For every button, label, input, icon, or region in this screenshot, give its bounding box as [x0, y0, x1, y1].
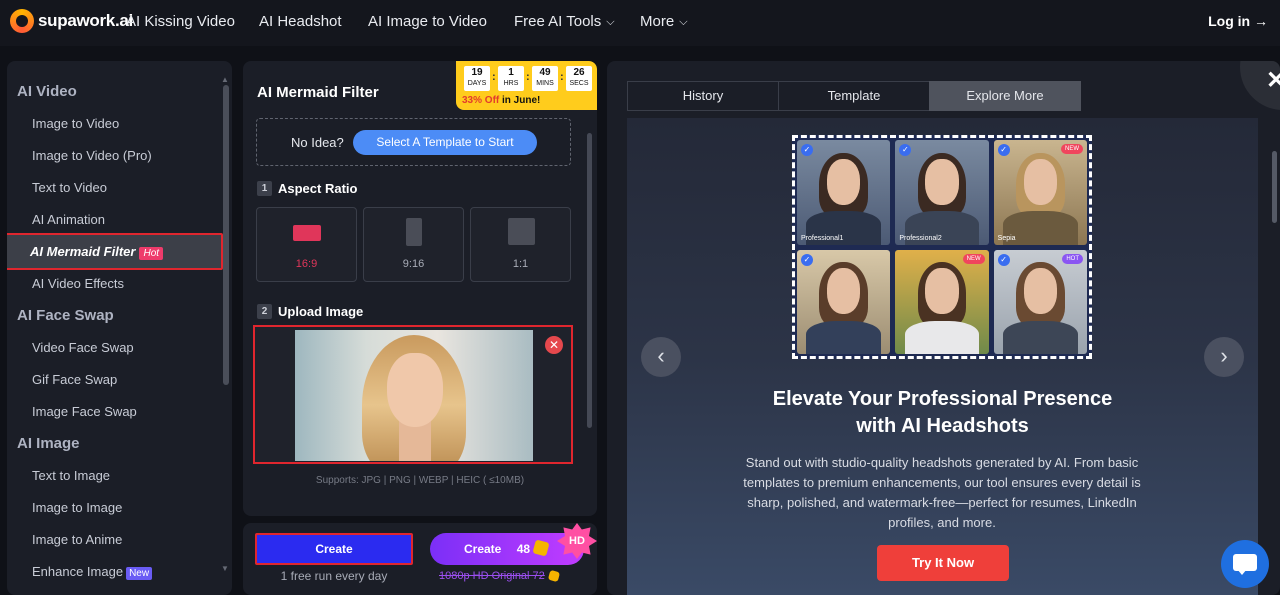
- new-tag: NEW: [1061, 144, 1083, 154]
- sidebar-item-image-to-image[interactable]: Image to Image: [32, 500, 122, 515]
- top-nav: supawork.ai AI Kissing Video AI Headshot…: [0, 0, 1280, 46]
- check-icon: ✓: [801, 144, 813, 156]
- sidebar: AI Video Image to Video Image to Video (…: [7, 61, 232, 595]
- new-tag: NEW: [962, 253, 985, 264]
- nav-item-free-ai-tools[interactable]: Free AI Tools ⌵: [514, 13, 615, 30]
- check-icon: ✓: [997, 144, 1010, 156]
- headshot-sample: ✓ HOT: [993, 249, 1087, 354]
- try-it-now-button[interactable]: Try It Now: [877, 545, 1009, 581]
- free-run-note: 1 free run every day: [280, 569, 388, 583]
- create-bar: Create 1 free run every day Create 48 HD…: [243, 523, 597, 595]
- hot-tag: HOT: [1062, 253, 1083, 264]
- uploaded-photo: [295, 330, 533, 461]
- scroll-down-icon[interactable]: ▼: [221, 564, 229, 573]
- sidebar-section-ai-video: AI Video: [17, 83, 77, 100]
- sidebar-item-text-to-video[interactable]: Text to Video: [32, 180, 107, 195]
- supported-formats: Supports: JPG | PNG | WEBP | HEIC ( ≤10M…: [315, 475, 525, 486]
- sidebar-section-ai-image: AI Image: [17, 435, 80, 452]
- sidebar-item-ai-animation[interactable]: AI Animation: [32, 212, 105, 227]
- ratio-option-16-9[interactable]: 16:9: [256, 207, 357, 282]
- sidebar-item-ai-video-effects[interactable]: AI Video Effects: [32, 276, 124, 291]
- check-icon: ✓: [997, 253, 1010, 266]
- headshot-grid: ✓ Professional1 ✓ Professional2 ✓ NEW Se…: [792, 135, 1092, 359]
- timer-hours: 1 HRS: [498, 66, 524, 91]
- create-hd-button[interactable]: Create 48: [430, 533, 584, 565]
- ratio-option-9-16[interactable]: 9:16: [363, 207, 464, 282]
- sidebar-item-enhance-image[interactable]: Enhance Image New: [32, 564, 153, 580]
- ratio-portrait-icon: [406, 218, 422, 246]
- ratio-square-icon: [508, 218, 535, 245]
- panel-scrollbar[interactable]: [587, 133, 592, 428]
- close-panel-button[interactable]: ✕: [1240, 61, 1280, 110]
- sidebar-item-gif-face-swap[interactable]: Gif Face Swap: [32, 372, 117, 387]
- headshot-sample: NEW: [895, 249, 989, 354]
- nav-item-more[interactable]: More ⌵: [640, 13, 688, 30]
- ratio-option-1-1[interactable]: 1:1: [470, 207, 571, 282]
- scroll-up-icon[interactable]: ▲: [221, 75, 229, 84]
- sidebar-scrollbar[interactable]: [223, 85, 229, 385]
- carousel-next-button[interactable]: ›: [1204, 337, 1244, 377]
- headshot-sample: ✓ NEW Sepia: [993, 140, 1087, 245]
- nav-item-ai-image-to-video[interactable]: AI Image to Video: [368, 13, 487, 30]
- tab-history[interactable]: History: [627, 81, 779, 111]
- chevron-down-icon: ⌵: [679, 16, 688, 28]
- countdown-timer: 19 DAYS : 1 HRS : 49 MINS : 26 SECS 33% Off …: [456, 61, 597, 110]
- sidebar-item-video-face-swap[interactable]: Video Face Swap: [32, 340, 134, 355]
- step-aspect-ratio: 1 Aspect Ratio: [257, 181, 357, 196]
- step-upload-image: 2 Upload Image: [257, 304, 363, 319]
- headshot-sample: ✓ Professional2: [895, 140, 989, 245]
- template-prompt-box: No Idea? Select A Template to Start: [256, 118, 571, 166]
- sidebar-item-image-to-video[interactable]: Image to Video: [32, 116, 119, 131]
- headshot-showcase: ✓ Professional1 ✓ Professional2 ✓ NEW Se…: [627, 118, 1258, 595]
- coin-icon: [547, 569, 560, 583]
- carousel-prev-button[interactable]: ‹: [641, 337, 681, 377]
- chevron-left-icon: ‹: [657, 343, 665, 368]
- showcase-description: Stand out with studio-quality headshots …: [743, 455, 1141, 530]
- login-link[interactable]: Log in →: [1208, 13, 1268, 29]
- select-template-button[interactable]: Select A Template to Start: [353, 130, 537, 155]
- nav-item-ai-kissing-video[interactable]: AI Kissing Video: [126, 13, 235, 30]
- check-icon: ✓: [801, 253, 813, 266]
- explore-scrollbar[interactable]: [1272, 151, 1277, 223]
- coin-icon: [532, 539, 550, 557]
- filter-panel: AI Mermaid Filter 19 DAYS : 1 HRS : 49 MINS…: [243, 61, 597, 516]
- remove-image-icon[interactable]: ✕: [545, 336, 563, 354]
- sidebar-section-ai-face-swap: AI Face Swap: [17, 307, 114, 324]
- sidebar-item-text-to-image[interactable]: Text to Image: [32, 468, 110, 483]
- showcase-headline: Elevate Your Professional Presence with …: [772, 388, 1113, 437]
- logo-icon: [10, 9, 34, 33]
- timer-minutes: 49 MINS: [532, 66, 558, 91]
- hot-badge: Hot: [139, 247, 164, 260]
- new-badge: New: [126, 567, 153, 580]
- discount-text: 33% Off in June!: [462, 95, 541, 106]
- original-price: 1080p HD Original 72: [439, 569, 560, 583]
- chevron-down-icon: ⌵: [606, 16, 615, 28]
- sidebar-item-image-to-video-pro[interactable]: Image to Video (Pro): [32, 148, 152, 163]
- headshot-sample: ✓: [797, 249, 891, 354]
- explore-tabs: History Template Explore More: [627, 81, 1081, 111]
- timer-days: 19 DAYS: [464, 66, 490, 91]
- nav-item-ai-headshot[interactable]: AI Headshot: [259, 13, 342, 30]
- close-icon: ✕: [1266, 67, 1280, 94]
- sidebar-item-image-to-anime[interactable]: Image to Anime: [32, 532, 122, 547]
- headshot-sample: ✓ Professional1: [797, 140, 891, 245]
- logo[interactable]: supawork.ai: [10, 9, 133, 33]
- explore-panel: History Template Explore More ✕ ✓ Profes…: [607, 61, 1280, 595]
- chevron-right-icon: ›: [1220, 343, 1228, 368]
- check-icon: ✓: [899, 144, 912, 156]
- upload-area[interactable]: ✕: [253, 325, 573, 464]
- tab-template[interactable]: Template: [778, 81, 930, 111]
- chat-icon: [1233, 554, 1257, 575]
- panel-title: AI Mermaid Filter: [257, 84, 379, 101]
- sidebar-item-image-face-swap[interactable]: Image Face Swap: [32, 404, 137, 419]
- create-button[interactable]: Create: [255, 533, 413, 565]
- timer-seconds: 26 SECS: [566, 66, 592, 91]
- sidebar-item-ai-mermaid-filter[interactable]: AI Mermaid Filter Hot: [7, 233, 223, 270]
- chat-support-button[interactable]: [1221, 540, 1269, 588]
- tab-explore-more[interactable]: Explore More: [929, 81, 1081, 111]
- ratio-landscape-icon: [293, 225, 321, 241]
